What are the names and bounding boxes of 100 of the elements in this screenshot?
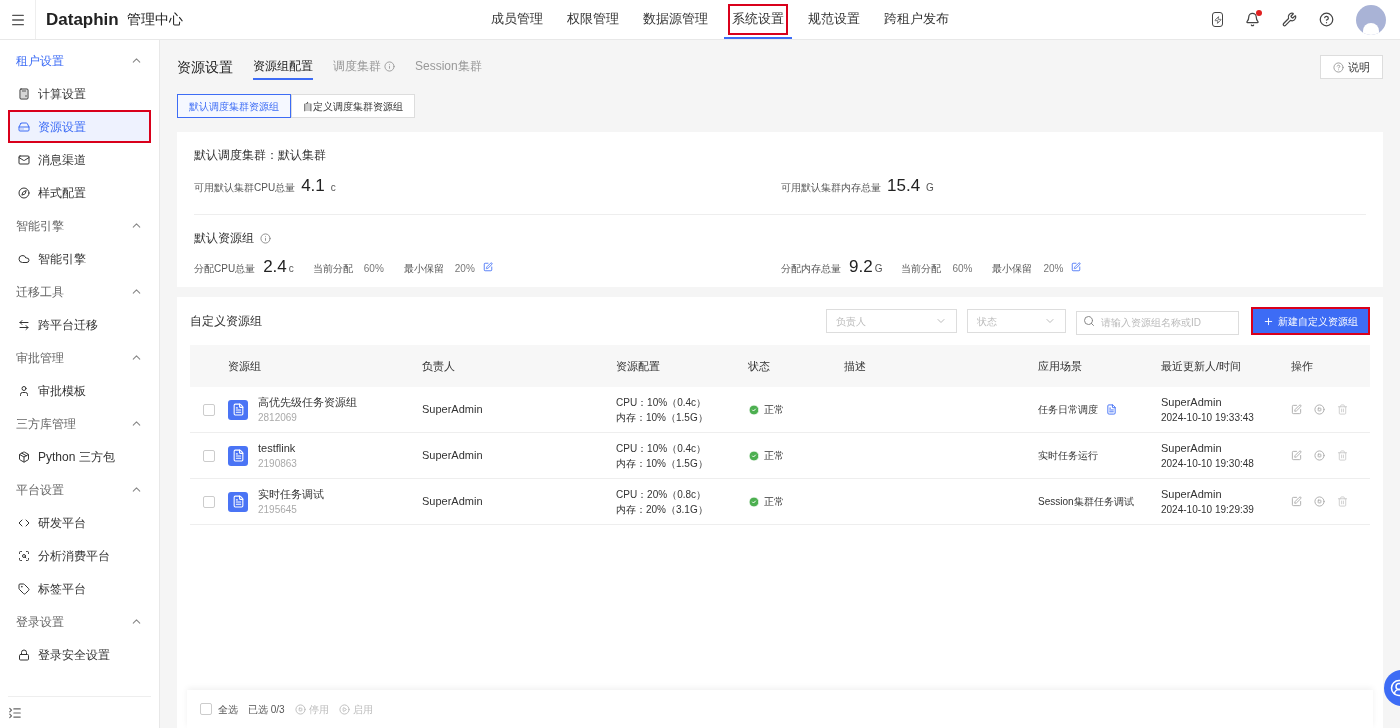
sidebar-item[interactable]: 资源设置 xyxy=(8,110,151,143)
stat-unit: c xyxy=(288,262,294,277)
stat-value: 2.4 xyxy=(263,256,287,279)
section-title: 自定义资源组 xyxy=(190,313,262,330)
stat-unit: c xyxy=(330,181,336,196)
magnifier-icon xyxy=(18,549,30,562)
stat-value: 60% xyxy=(952,262,973,277)
stat-value: 15.4 xyxy=(887,175,921,198)
sidebar-item[interactable]: 智能引擎 xyxy=(8,242,151,275)
sidebar-group[interactable]: 审批管理 xyxy=(8,341,151,374)
nav-tab[interactable]: 跨租户发布 xyxy=(875,0,957,39)
edit-icon[interactable] xyxy=(482,262,493,272)
collapse-icon[interactable] xyxy=(8,705,22,720)
sidebar-group[interactable]: 登录设置 xyxy=(8,605,151,638)
help-button[interactable]: 说明 xyxy=(1320,55,1383,79)
notification-button[interactable] xyxy=(1245,12,1260,27)
sidebar-group[interactable]: 租户设置 xyxy=(8,44,151,77)
drive-icon xyxy=(18,120,30,133)
cpu-config: CPU：10%（0.4c） xyxy=(616,395,708,410)
status-text: 正常 xyxy=(764,403,784,417)
column-header: 应用场景 xyxy=(1038,358,1083,374)
new-group-button[interactable]: 新建自定义资源组 xyxy=(1251,307,1370,335)
sidebar-item[interactable]: 审批模板 xyxy=(8,374,151,407)
segment-button[interactable]: 自定义调度集群资源组 xyxy=(291,94,415,118)
stat-label: 当前分配 xyxy=(312,262,353,277)
stat-label: 分配CPU总量 xyxy=(194,262,256,277)
table-cell-text: SuperAdmin xyxy=(422,494,484,510)
update-time: 2024-10-10 19:29:39 xyxy=(1161,502,1255,517)
stop-icon[interactable] xyxy=(1314,450,1325,461)
column-header: 描述 xyxy=(844,358,867,374)
column-header: 负责人 xyxy=(422,358,456,374)
delete-icon[interactable] xyxy=(1337,496,1348,507)
sidebar-group[interactable]: 三方库管理 xyxy=(8,407,151,440)
page-title: 资源设置 xyxy=(177,57,233,77)
stat-value: 9.2 xyxy=(849,256,873,279)
info-icon[interactable] xyxy=(384,60,395,72)
sidebar-item[interactable]: 计算设置 xyxy=(8,77,151,110)
select-all-checkbox[interactable] xyxy=(200,703,212,715)
edit-icon[interactable] xyxy=(1291,450,1302,461)
nav-tab[interactable]: 成员管理 xyxy=(482,0,551,39)
document-icon xyxy=(228,445,248,466)
row-checkbox[interactable] xyxy=(203,403,215,416)
nav-tab[interactable]: 系统设置 xyxy=(723,0,792,39)
table-cell-text: 任务日常调度 xyxy=(1038,403,1098,417)
plus-icon xyxy=(1263,315,1274,327)
wrench-icon[interactable] xyxy=(1282,12,1297,27)
edit-icon[interactable] xyxy=(1071,262,1082,272)
document-icon[interactable] xyxy=(1106,404,1117,415)
stat-label: 可用默认集群CPU总量 xyxy=(194,181,296,196)
sidebar-item[interactable]: 标签平台 xyxy=(8,572,151,605)
sidebar-item[interactable]: Python 三方包 xyxy=(8,440,151,473)
row-checkbox[interactable] xyxy=(203,449,215,462)
avatar[interactable] xyxy=(1356,4,1386,35)
battery-icon[interactable] xyxy=(1212,12,1223,27)
nav-tab[interactable]: 权限管理 xyxy=(558,0,627,39)
sidebar-item[interactable]: 登录安全设置 xyxy=(8,638,151,671)
tag-icon xyxy=(18,582,30,595)
column-header: 操作 xyxy=(1291,358,1314,374)
sidebar-group[interactable]: 迁移工具 xyxy=(8,275,151,308)
updater: SuperAdmin xyxy=(1161,486,1223,502)
stat-unit: G xyxy=(874,262,883,277)
group-name[interactable]: testflink xyxy=(258,439,297,457)
sidebar-item[interactable]: 消息渠道 xyxy=(8,143,151,176)
nav-tab[interactable]: 数据源管理 xyxy=(634,0,716,39)
calculator-icon xyxy=(18,87,30,100)
status-text: 正常 xyxy=(764,449,784,463)
play-icon xyxy=(338,703,350,715)
row-checkbox[interactable] xyxy=(203,495,215,508)
column-header: 状态 xyxy=(748,358,771,374)
segment-button[interactable]: 默认调度集群资源组 xyxy=(177,94,291,118)
group-name[interactable]: 高优先级任务资源组 xyxy=(258,393,357,411)
group-name[interactable]: 实时任务调试 xyxy=(258,485,324,503)
search-icon xyxy=(1083,315,1095,327)
status-text: 正常 xyxy=(764,495,784,509)
delete-icon[interactable] xyxy=(1337,404,1348,415)
delete-icon[interactable] xyxy=(1337,450,1348,461)
sidebar-item[interactable]: 分析消费平台 xyxy=(8,539,151,572)
edit-icon[interactable] xyxy=(1291,496,1302,507)
package-icon xyxy=(18,450,30,463)
group-id: 2812069 xyxy=(258,411,298,426)
sidebar-group[interactable]: 平台设置 xyxy=(8,473,151,506)
sidebar-item[interactable]: 跨平台迁移 xyxy=(8,308,151,341)
stat-unit: G xyxy=(926,181,934,196)
select-all-label: 全选 xyxy=(218,702,238,717)
stop-icon[interactable] xyxy=(1314,404,1325,415)
table-cell-text: Session集群任务调试 xyxy=(1038,495,1134,509)
info-icon[interactable] xyxy=(260,232,271,244)
sidebar-group[interactable]: 智能引擎 xyxy=(8,209,151,242)
update-time: 2024-10-10 19:33:43 xyxy=(1161,410,1255,425)
edit-icon[interactable] xyxy=(1291,404,1302,415)
column-header: 最近更新人/时间 xyxy=(1161,358,1243,374)
sidebar-item[interactable]: 研发平台 xyxy=(8,506,151,539)
table-cell-text: SuperAdmin xyxy=(422,402,484,418)
tab[interactable]: 资源组配置 xyxy=(253,54,313,80)
memory-config: 内存：20%（3.1G） xyxy=(616,502,709,517)
stop-icon[interactable] xyxy=(1314,496,1325,507)
app-title: 管理中心 xyxy=(126,10,183,29)
nav-tab[interactable]: 规范设置 xyxy=(799,0,868,39)
sidebar-item[interactable]: 样式配置 xyxy=(8,176,151,209)
help-icon[interactable] xyxy=(1319,12,1334,27)
